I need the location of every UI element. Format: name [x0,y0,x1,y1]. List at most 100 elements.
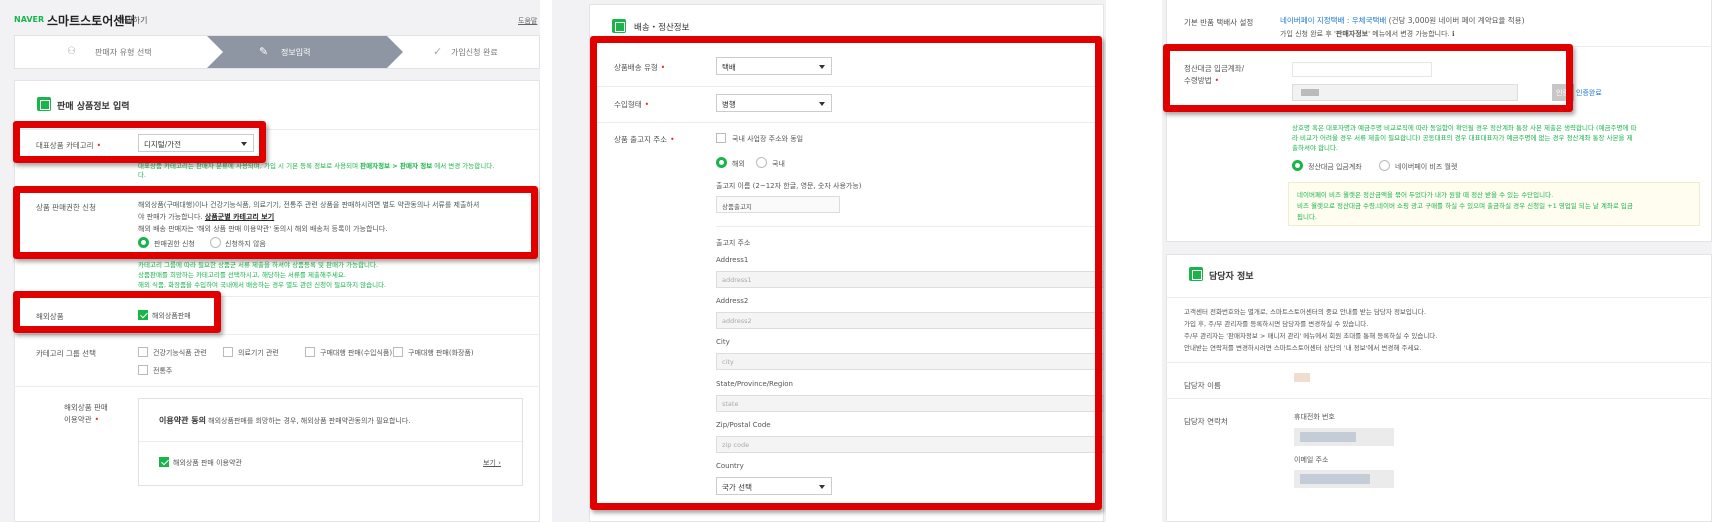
delivery-type-label: 상품배송 유형 • [614,63,666,72]
zip-input[interactable]: zip code [716,436,1104,453]
domestic-radio[interactable] [756,157,767,168]
settle-note-3: 출하셔야 합니다. [1292,144,1338,152]
wallet-note-2: 비즈 월렛으로 정산대금 수령,네이버 쇼핑 광고 구매를 하실 수 있으며 출… [1297,202,1633,210]
address2-label: Address2 [716,297,749,305]
permission-none-radio[interactable] [210,237,221,248]
permission-apply-label: 판매권한 신청 [154,240,195,248]
group-import-cosmetic-checkbox[interactable] [393,347,403,357]
settle-wallet-label: 네이버페이 비즈 월렛 [1395,163,1458,171]
permission-label: 상품 판매권한 신청 [36,203,96,212]
overseas-radio[interactable] [716,157,727,168]
permission-text-1: 해외상품(구매대행)이나 건강기능식품, 의료기기, 전통주 관련 상품을 판매… [138,201,480,209]
return-courier-link[interactable]: 네이버페이 지정택배 : 우체국택배 [1280,16,1386,25]
city-input[interactable]: city [716,353,1104,370]
same-as-biz-checkbox[interactable] [716,133,726,143]
section-title: 판매 상품정보 입력 [57,102,130,112]
email-label: 이메일 주소 [1294,456,1329,464]
origin-label: 상품 출고지 주소 • [614,135,675,144]
address2-input[interactable]: address2 [716,312,1104,329]
origin-addr-label: 출고지 주소 [716,239,751,247]
terms-label-1: 해외상품 판매 [64,403,108,412]
users-icon: ⚇ [67,46,76,57]
group-health-label: 건강기능식품 관련 [153,349,207,357]
step-1-label: 판매자 유형 선택 [95,48,152,57]
wallet-note-box: 네이버페이 비즈 월렛은 정산금액을 묶어 두었다가 내가 원할 때 정산 받을… [1288,182,1700,226]
right-panel: 기본 반품 택배사 설정 네이버페이 지정택배 : 우체국택배 (건당 3,00… [1162,0,1712,522]
overseas-radio-label: 해외 [732,160,745,168]
stepper: ⚇ 판매자 유형 선택 ✎ 정보입력 ✓ 가입신청 완료 [14,35,540,69]
terms-checkbox[interactable] [159,457,169,467]
delivery-type-select[interactable]: 택배 [716,57,832,75]
wallet-note-1: 네이버페이 비즈 월렛은 정산금액을 묶어 두었다가 내가 원할 때 정산 받을… [1297,191,1554,199]
state-input[interactable]: state [716,395,1104,412]
group-import-food-label: 구매대행 판매(수입식품) [320,349,393,357]
group-health-checkbox[interactable] [138,347,148,357]
country-select[interactable]: 국가 선택 [716,477,832,495]
form-icon [37,97,51,111]
category-select[interactable]: 디지털/가전 [138,134,254,152]
group-medical-checkbox[interactable] [223,347,233,357]
verify-button-label: 인증 [1556,89,1569,97]
return-note: 가입 신청 완료 후 '판매자정보' 메뉴에서 변경 가능합니다. ℹ [1280,30,1455,38]
mobile-label: 휴대전화 번호 [1294,413,1335,421]
account-input[interactable] [1292,84,1518,101]
group-label: 카테고리 그룹 선택 [36,349,96,358]
address1-input[interactable]: address1 [716,271,1104,288]
settle-label-2: 수령방법 • [1184,76,1220,85]
contact-icon [1189,267,1203,281]
green-note-2: 상품판매를 희망하는 카테고리를 선택하시고, 해당하는 서류를 제출해주세요. [138,271,346,279]
permission-none-label: 신청하지 않음 [225,240,266,248]
delivery-icon [612,19,626,33]
category-label: 대표상품 카테고리 • [36,141,102,150]
name-masked [1294,373,1310,382]
state-label: State/Province/Region [716,380,793,388]
delivery-section-title: 배송・정산정보 [634,23,690,33]
return-value: 네이버페이 지정택배 : 우체국택배 (건당 3,000원 네이버 페이 계약요… [1280,16,1525,25]
overseas-checkbox[interactable] [138,310,148,320]
contact-desc-1: 고객센터 전화번호와는 별개로, 스마트스토어센터의 중요 안내를 받는 담당자… [1184,308,1426,316]
settle-account-radio[interactable] [1292,160,1303,171]
import-select[interactable]: 병행 [716,94,832,112]
page-subtitle: 가입하기 [118,16,148,25]
step-3-label: 가입신청 완료 [451,48,498,57]
contact-title: 담당자 정보 [1209,272,1254,282]
settle-account-label: 정산대금 입금계좌 [1308,163,1362,171]
address1-label: Address1 [716,256,749,264]
group-import-cosmetic-label: 구매대행 판매(화장품) [408,349,474,357]
city-label: City [716,338,730,346]
category-help: 대표상품 카테고리는 판매자 분류에 사용되며, 가입 시 기본 등록 정보로 … [138,162,495,170]
permission-apply-radio[interactable] [138,237,149,248]
group-liquor-label: 전통주 [153,367,173,375]
overseas-label: 해외상품 [36,312,64,321]
help-link[interactable]: 도움말 [518,16,537,26]
green-note-3: 해외 식품, 화장품을 수입하여 국내에서 배송하는 경우 별도 관련 신청이 … [138,281,387,289]
settle-wallet-radio[interactable] [1379,160,1390,171]
permission-text-2: 야 판매가 가능합니다. 상품군별 카테고리 보기 [138,213,275,221]
domestic-radio-label: 국내 [772,160,785,168]
group-import-food-checkbox[interactable] [305,347,315,357]
terms-view-link[interactable]: 보기 › [483,458,501,468]
top-header: NAVER 스마트스토어센터 가입하기 도움말 [0,0,540,34]
left-panel: NAVER 스마트스토어센터 가입하기 도움말 ⚇ 판매자 유형 선택 ✎ 정보… [0,0,540,522]
origin-name-input[interactable]: 상품출고지 [716,196,840,213]
settle-note-1: 상호명 혹은 대표자명과 예금주명 비교로직에 따라 동일함이 확인될 경우 정… [1292,124,1637,132]
step-1: ⚇ 판매자 유형 선택 [15,36,191,68]
middle-panel: 배송・정산정보 상품배송 유형 • 택배 수입형태 • 병행 상품 출고지 주소 • … [552,0,1106,522]
verify-done[interactable]: 인증완료 [1576,88,1602,98]
return-label: 기본 반품 택배사 설정 [1184,18,1254,27]
email-field[interactable] [1294,470,1394,488]
contact-desc-2: 가입 후, 주/부 관리자를 등록하시면 담당자를 변경하실 수 있습니다. [1184,320,1369,328]
contact-card: 담당자 정보 [1166,254,1712,522]
country-label: Country [716,462,744,470]
category-help-cont: 다. [138,171,147,179]
terms-box: 이용약관 동의 해외상품판매를 희망하는 경우, 해외상품 판매약관동의가 필요… [138,398,523,486]
wallet-note-3: 됩니다. [1297,213,1318,221]
mobile-field[interactable] [1294,428,1394,446]
import-label: 수입형태 • [614,100,650,109]
category-view-link[interactable]: 상품군별 카테고리 보기 [205,213,274,221]
group-medical-label: 의료기기 관련 [238,349,279,357]
bank-select[interactable] [1292,62,1432,77]
permission-text-3: 해외 배송 판매자는 '해외 상품 판매 이용약관' 동의시 해외 배송처 등록… [138,225,388,233]
name-label: 담당자 이름 [1184,381,1221,390]
group-liquor-checkbox[interactable] [138,365,148,375]
